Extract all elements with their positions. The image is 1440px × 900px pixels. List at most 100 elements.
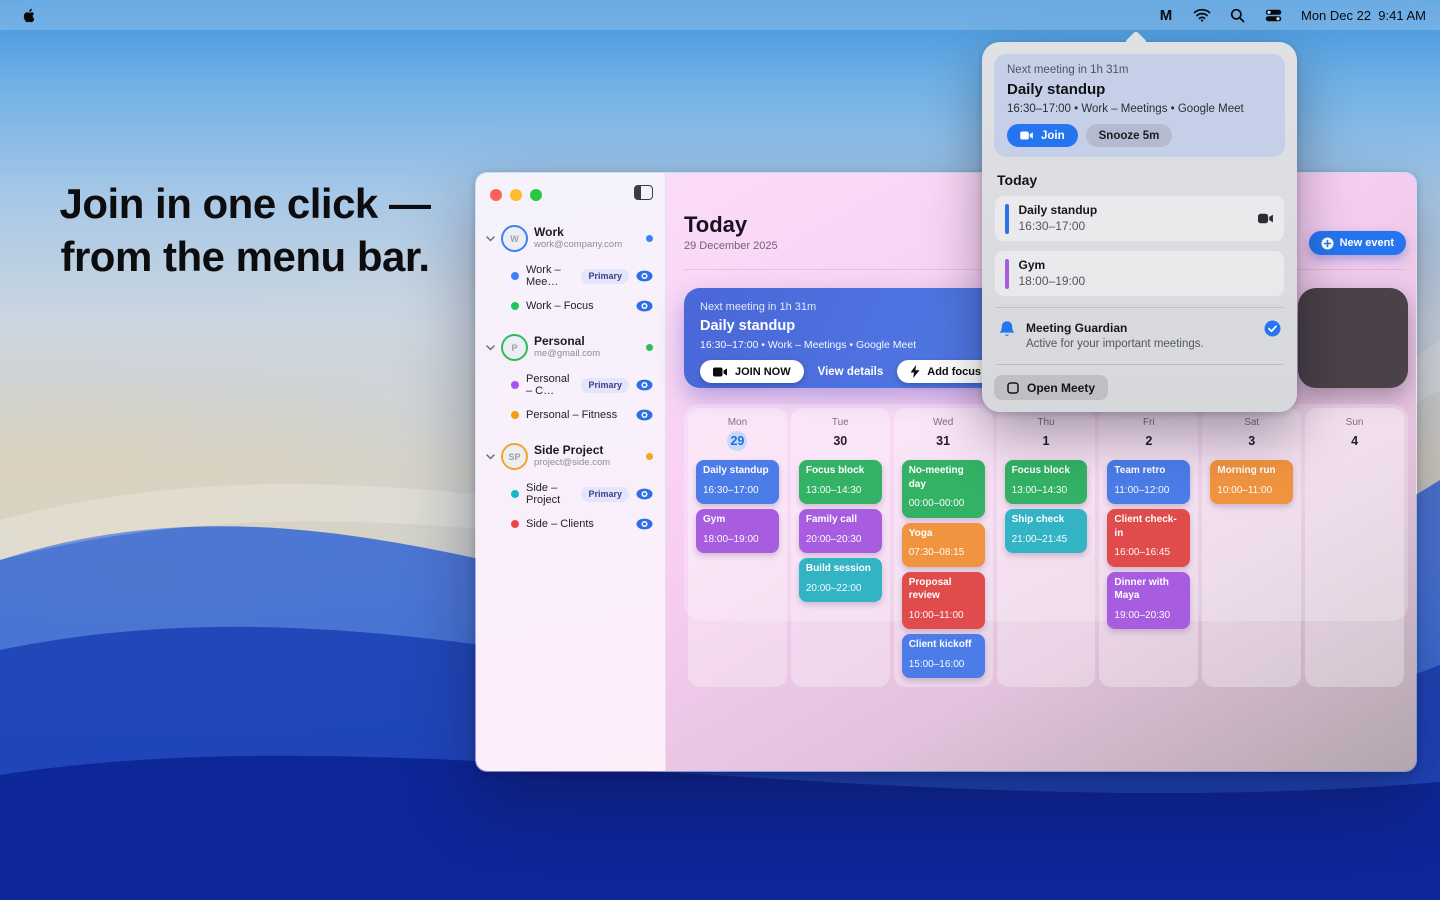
control-center-icon[interactable] <box>1261 4 1287 26</box>
event-focus-block[interactable]: Focus block13:00–14:30 <box>799 460 882 504</box>
event-color-bar <box>1005 259 1009 289</box>
sidebar-item-personal-c[interactable]: Personal – C…Primary <box>486 373 653 397</box>
visibility-eye-icon[interactable] <box>636 300 653 312</box>
event-daily-standup[interactable]: Daily standup16:30–17:00 <box>696 460 779 504</box>
day-number: 4 <box>1313 431 1396 451</box>
event-build-session[interactable]: Build session20:00–22:00 <box>799 558 882 602</box>
sidebar-item-work-mee[interactable]: Work – Mee… Primary <box>486 264 653 288</box>
account-header[interactable]: SPSide Projectproject@side.com <box>486 443 653 470</box>
calendar-label: Side – Clients <box>526 518 594 530</box>
event-title: No-meeting day <box>909 464 978 491</box>
new-event-button[interactable]: New event <box>1309 231 1406 255</box>
popover-next-meeting-card: Next meeting in 1h 31m Daily standup 16:… <box>994 54 1285 157</box>
week-grid: Mon29Daily standup16:30–17:00Gym18:00–19… <box>684 404 1408 621</box>
event-gym[interactable]: Gym18:00–19:00 <box>696 509 779 553</box>
account-avatar: P <box>501 334 528 361</box>
event-time: 10:00–11:00 <box>909 610 964 621</box>
marketing-headline: Join in one click — from the menu bar. <box>40 178 450 284</box>
event-team-retro[interactable]: Team retro11:00–12:00 <box>1107 460 1190 504</box>
join-now-button[interactable]: JOIN NOW <box>700 360 804 383</box>
close-window-button[interactable] <box>490 189 502 201</box>
open-meety-button[interactable]: Open Meety <box>994 375 1108 400</box>
calendar-label: Work – Mee… <box>526 264 574 288</box>
account-header[interactable]: PPersonalme@gmail.com <box>486 334 653 361</box>
meeting-guardian-row: Meeting Guardian Active for your importa… <box>994 318 1285 354</box>
event-time: 16:30–17:00 <box>1019 219 1098 235</box>
event-time: 00:00–00:00 <box>909 498 965 509</box>
account-status-dot <box>646 235 653 242</box>
page-title: Today <box>684 213 778 237</box>
event-title: Gym <box>703 513 772 527</box>
event-time: 20:00–20:30 <box>806 534 862 545</box>
account-email: work@company.com <box>534 240 622 251</box>
zoom-window-button[interactable] <box>530 189 542 201</box>
event-proposal-review[interactable]: Proposal review 10:00–11:00 <box>902 572 985 630</box>
sidebar-item-work-focus[interactable]: Work – Focus <box>486 300 653 312</box>
day-column-tue[interactable]: Tue30Focus block13:00–14:30Family call20… <box>791 408 890 687</box>
popover-join-button[interactable]: Join <box>1007 124 1078 147</box>
event-title: Proposal review <box>909 576 978 603</box>
account-header[interactable]: WWorkwork@company.com <box>486 225 653 252</box>
event-ship-check[interactable]: Ship check21:00–21:45 <box>1005 509 1088 553</box>
chevron-down-icon[interactable] <box>486 236 495 242</box>
day-column-mon[interactable]: Mon29Daily standup16:30–17:00Gym18:00–19… <box>688 408 787 687</box>
account-avatar: W <box>501 225 528 252</box>
popover-snooze-button[interactable]: Snooze 5m <box>1086 124 1173 147</box>
meety-menu-extra[interactable]: M <box>1153 4 1179 26</box>
day-number: 31 <box>902 431 985 451</box>
account-email: project@side.com <box>534 458 610 469</box>
apple-menu-icon[interactable] <box>14 7 43 24</box>
popover-join-label: Join <box>1041 130 1065 142</box>
event-yoga[interactable]: Yoga07:30–08:15 <box>902 523 985 567</box>
popover-event-daily-standup[interactable]: Daily standup16:30–17:00 <box>994 195 1285 242</box>
day-column-thu[interactable]: Thu1Focus block13:00–14:30Ship check21:0… <box>997 408 1096 687</box>
event-family-call[interactable]: Family call20:00–20:30 <box>799 509 882 553</box>
desktop: Join in one click — from the menu bar. M <box>0 0 1440 900</box>
event-morning-run[interactable]: Morning run10:00–11:00 <box>1210 460 1293 504</box>
popover-event-gym[interactable]: Gym18:00–19:00 <box>994 250 1285 297</box>
minimize-window-button[interactable] <box>510 189 522 201</box>
calendar-label: Side – Project <box>526 482 574 506</box>
popover-divider <box>996 307 1283 308</box>
visibility-eye-icon[interactable] <box>636 270 653 282</box>
event-title: Client kickoff <box>909 638 978 652</box>
chevron-down-icon[interactable] <box>486 454 495 460</box>
sidebar-item-side-project[interactable]: Side – ProjectPrimary <box>486 482 653 506</box>
sidebar-item-side-clients[interactable]: Side – Clients <box>486 518 653 530</box>
view-details-link[interactable]: View details <box>818 366 884 378</box>
day-column-wed[interactable]: Wed31No-meeting day00:00–00:00Yoga07:30–… <box>894 408 993 687</box>
visibility-eye-icon[interactable] <box>636 488 653 500</box>
day-name: Thu <box>1005 417 1088 428</box>
chevron-down-icon[interactable] <box>486 345 495 351</box>
visibility-eye-icon[interactable] <box>636 409 653 421</box>
visibility-eye-icon[interactable] <box>636 518 653 530</box>
search-icon[interactable] <box>1225 4 1251 26</box>
guardian-enabled-checkmark[interactable] <box>1264 320 1281 337</box>
event-client-kickoff[interactable]: Client kickoff15:00–16:00 <box>902 634 985 678</box>
popover-today-events: Daily standup16:30–17:00 Gym18:00–19:00 <box>994 195 1285 297</box>
bell-icon <box>998 320 1016 339</box>
primary-badge: Primary <box>581 269 629 284</box>
sidebar-item-personal-fitness[interactable]: Personal – Fitness <box>486 409 653 421</box>
sidebar-toggle-icon[interactable] <box>634 185 653 200</box>
event-focus-block[interactable]: Focus block13:00–14:30 <box>1005 460 1088 504</box>
day-column-fri[interactable]: Fri2Team retro11:00–12:00Client check-in… <box>1099 408 1198 687</box>
sidebar: WWorkwork@company.comWork – Mee…PrimaryW… <box>476 173 666 771</box>
new-event-label: New event <box>1340 237 1394 249</box>
day-column-sun[interactable]: Sun4 <box>1305 408 1404 687</box>
popover-kicker: Next meeting in 1h 31m <box>1007 64 1272 76</box>
event-dinner-with-maya[interactable]: Dinner with Maya19:00–20:30 <box>1107 572 1190 630</box>
day-column-sat[interactable]: Sat3Morning run10:00–11:00 <box>1202 408 1301 687</box>
event-title: Build session <box>806 562 875 576</box>
account-email: me@gmail.com <box>534 349 600 360</box>
wifi-icon[interactable] <box>1189 4 1215 26</box>
menu-clock[interactable]: Mon Dec 22 9:41 AM <box>1297 8 1426 23</box>
event-client-check-in[interactable]: Client check-in16:00–16:45 <box>1107 509 1190 567</box>
event-title: Daily standup <box>703 464 772 478</box>
event-no-meeting-day[interactable]: No-meeting day 00:00–00:00 <box>902 460 985 518</box>
visibility-eye-icon[interactable] <box>636 379 653 391</box>
calendar-color-dot <box>511 520 519 528</box>
account-name: Side Project <box>534 444 610 458</box>
account-work: WWorkwork@company.comWork – Mee…PrimaryW… <box>486 225 653 312</box>
event-title: Morning run <box>1217 464 1286 478</box>
